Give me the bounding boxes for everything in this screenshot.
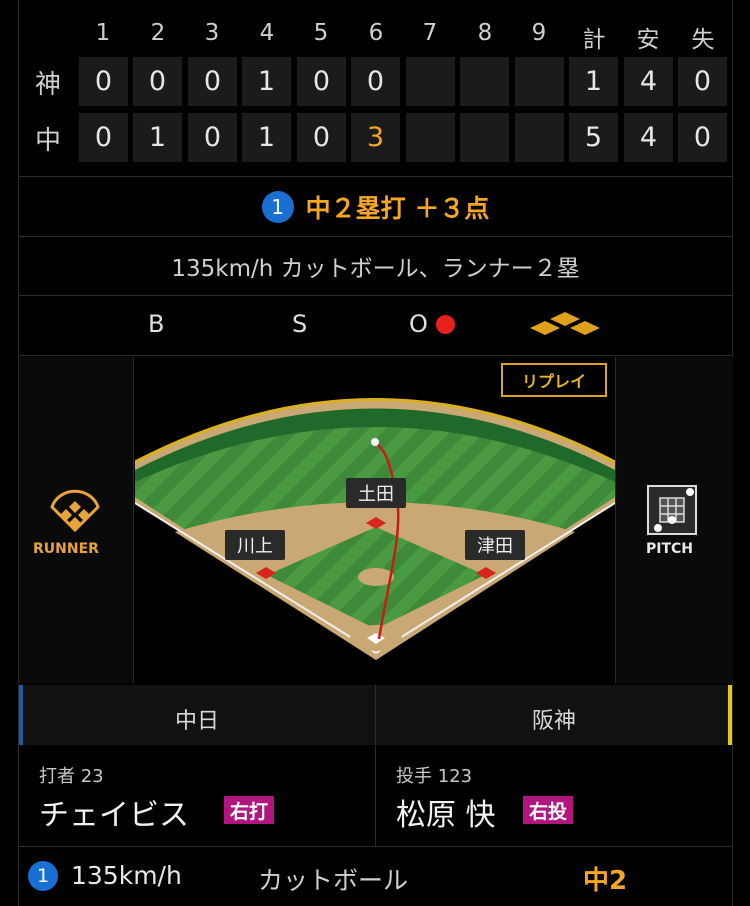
game-panel: 1 2 3 4 5 6 7 8 9 計 安 失 神 0 0 0 1 0 0 1 … [18,0,733,906]
score-cell: 1 [242,57,291,106]
batter-hand-badge: 右打 [224,796,275,824]
fielder-label-2b: 津田 [465,530,525,560]
pitch-speed: 135km/h [71,861,182,890]
score-cell [515,113,564,162]
pitch-log-row[interactable]: 1 135km/h カットボール 中2 [19,847,732,906]
divider [19,176,732,177]
runner-diamond-icon [50,489,100,533]
total-cell: 1 [569,57,618,106]
score-cell [406,57,455,106]
fielder-label-cf: 土田 [346,478,406,508]
inning-header: 7 [422,20,438,46]
hits-cell: 4 [624,57,673,106]
play-result-text: 中２塁打 ＋３点 [305,194,490,223]
strike-label: S [292,310,308,338]
divider [375,746,376,846]
score-cell [515,57,564,106]
pitch-number-badge: 1 [28,861,58,891]
strike-zone-icon [647,485,697,535]
inning-header: 2 [150,20,166,46]
divider [19,355,732,356]
score-cell: 0 [297,57,346,106]
score-cell: 1 [242,113,291,162]
batter-role: 打者 23 [39,766,104,787]
play-result: 1 中２塁打 ＋３点 [19,178,732,236]
pitcher-hand-badge: 右投 [523,796,574,824]
inning-header: 3 [204,20,220,46]
score-cell: 0 [79,57,128,106]
team-abbr: 中 [34,126,61,156]
hits-header: 安 [636,27,660,53]
total-header: 計 [582,27,606,53]
runner-label: RUNNER [33,541,99,557]
score-cell: 0 [133,57,182,106]
pitch-result: 中2 [583,866,628,896]
replay-button[interactable]: リプレイ [501,363,607,397]
score-cell [406,113,455,162]
errors-cell: 0 [678,113,727,162]
matchup-row: 打者 23 チェイビス 右打 投手 123 松原 快 右投 [19,746,732,846]
out-label: O [409,310,428,338]
ball-label: B [148,310,165,338]
inning-header: 6 [368,20,384,46]
hits-cell: 4 [624,113,673,162]
pitch-panel[interactable]: PITCH [615,357,733,683]
total-cell: 5 [569,113,618,162]
count-row: B S O [19,296,732,354]
out-indicator [436,315,455,334]
inning-header: 4 [259,20,275,46]
score-cell-current: 3 [351,113,400,162]
inning-header: 5 [313,20,329,46]
score-cell: 0 [188,113,237,162]
bases-icon [530,312,600,335]
score-cell: 0 [297,113,346,162]
team-abbr: 神 [34,70,61,100]
play-description: 135km/h カットボール、ランナー２塁 [171,256,580,282]
play-number-badge: 1 [261,191,294,223]
away-team-name[interactable]: 阪神 [376,703,732,735]
team-header-row: 中日 阪神 [19,685,732,745]
batter-name[interactable]: チェイビス [39,790,189,834]
inning-header: 8 [477,20,493,46]
runner-panel[interactable]: RUNNER [19,357,134,683]
inning-header: 9 [531,20,547,46]
pitcher-role: 投手 123 [396,766,473,787]
home-team-name[interactable]: 中日 [19,703,375,735]
pitch-type: カットボール [258,866,409,895]
errors-cell: 0 [678,57,727,106]
pitch-label: PITCH [646,541,694,557]
errors-header: 失 [691,27,715,53]
score-cell [460,113,509,162]
score-cell: 0 [188,57,237,106]
baseball-field [135,398,615,660]
score-cell [460,57,509,106]
inning-header: 1 [95,20,111,46]
score-cell: 0 [79,113,128,162]
score-cell: 1 [133,113,182,162]
score-cell: 0 [351,57,400,106]
scoreboard: 1 2 3 4 5 6 7 8 9 計 安 失 神 0 0 0 1 0 0 1 … [19,0,732,176]
field-area: RUNNER リプレイ 土田 川上 津田 PITCH [19,357,733,683]
fielder-label-ss: 川上 [225,530,285,560]
pitcher-name[interactable]: 松原 快 [396,790,496,834]
